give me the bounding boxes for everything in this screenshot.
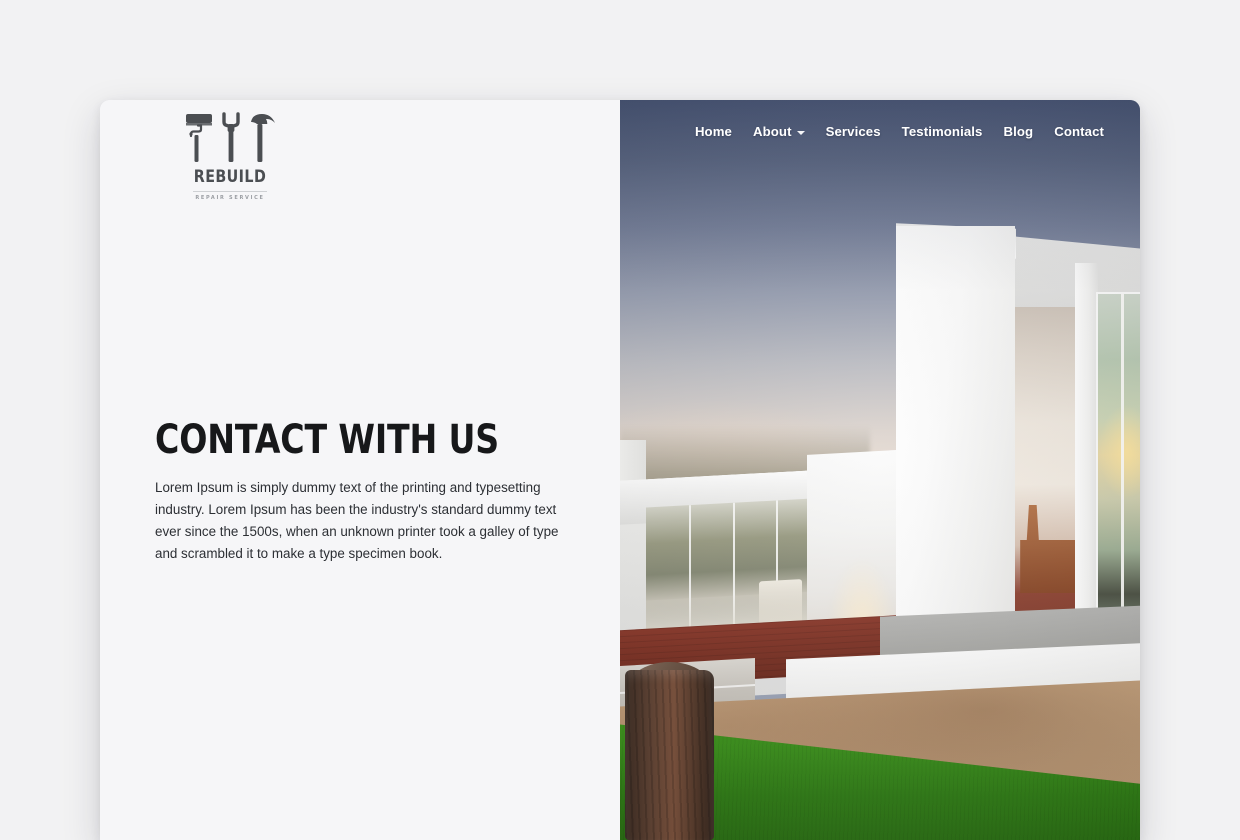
nav-item-testimonials[interactable]: Testimonials bbox=[902, 124, 983, 139]
left-pavilion-glazing bbox=[646, 498, 813, 638]
brand-divider bbox=[193, 191, 267, 192]
wrench-icon bbox=[222, 112, 240, 162]
tree-stump bbox=[625, 669, 714, 840]
logo-tool-icons bbox=[155, 108, 305, 164]
nav-label: About bbox=[752, 124, 792, 139]
main-navigation: Home About Services Testimonials Blog Co… bbox=[695, 124, 1104, 139]
chevron-down-icon bbox=[796, 130, 805, 135]
nav-label: Services bbox=[825, 124, 881, 139]
page-canvas: REBUILD REPAIR SERVICE CONTACT WITH US L… bbox=[0, 0, 1240, 840]
nav-item-blog[interactable]: Blog bbox=[1004, 124, 1034, 139]
right-opening-view bbox=[1015, 307, 1078, 648]
nav-label: Home bbox=[694, 124, 732, 139]
window-mullion bbox=[689, 505, 692, 635]
house-photo bbox=[620, 100, 1140, 840]
nav-item-about[interactable]: About bbox=[753, 124, 805, 139]
nav-label: Blog bbox=[1003, 124, 1034, 139]
paint-roller-icon bbox=[186, 114, 212, 162]
interior-sofa bbox=[759, 579, 803, 627]
website-card: REBUILD REPAIR SERVICE CONTACT WITH US L… bbox=[100, 100, 1140, 840]
page-title: CONTACT WITH US bbox=[155, 417, 500, 463]
brand-logo[interactable]: REBUILD REPAIR SERVICE bbox=[155, 108, 305, 201]
nav-label: Contact bbox=[1054, 124, 1104, 139]
nav-item-services[interactable]: Services bbox=[826, 124, 881, 139]
window-mullion bbox=[775, 500, 778, 631]
nav-item-home[interactable]: Home bbox=[695, 124, 732, 139]
nav-label: Testimonials bbox=[901, 124, 983, 139]
nav-item-contact[interactable]: Contact bbox=[1054, 124, 1104, 139]
brand-name: REBUILD bbox=[193, 167, 267, 187]
hammer-icon bbox=[251, 114, 275, 162]
hero-paragraph: Lorem Ipsum is simply dummy text of the … bbox=[155, 480, 559, 561]
hero-image-panel: Home About Services Testimonials Blog Co… bbox=[620, 100, 1140, 840]
brand-tagline: REPAIR SERVICE bbox=[195, 195, 265, 201]
left-content-panel: REBUILD REPAIR SERVICE CONTACT WITH US L… bbox=[100, 100, 620, 840]
hero-copy: CONTACT WITH US Lorem Ipsum is simply du… bbox=[155, 420, 575, 564]
window-mullion bbox=[732, 503, 735, 633]
patio-furniture bbox=[1020, 504, 1076, 594]
